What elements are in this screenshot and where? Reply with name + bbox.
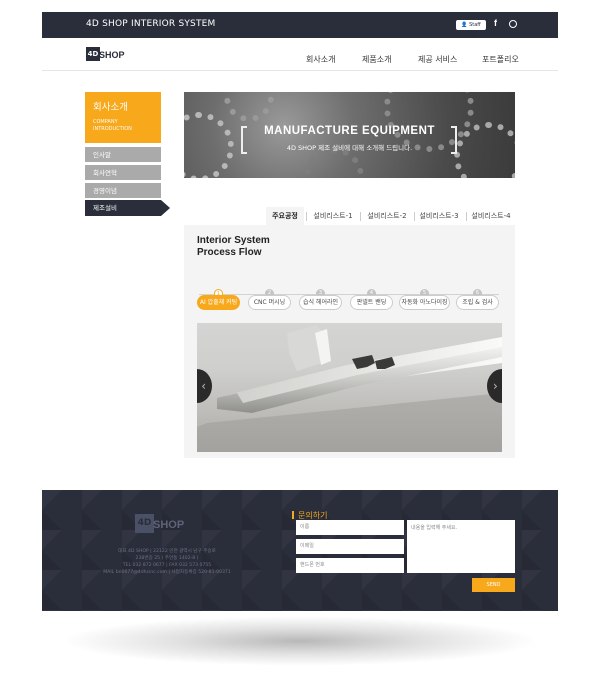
tab-equipment-3[interactable]: 설비리스트-3 [414,207,464,225]
main-header: 4D SHOP 회사소개 제품소개 제공 서비스 포트폴리오 [42,38,558,71]
nav-portfolio[interactable]: 포트폴리오 [482,54,519,65]
tab-equipment-1[interactable]: 설비리스트-1 [308,207,358,225]
panel-title: Interior System Process Flow [197,235,270,259]
hero-banner: MANUFACTURE EQUIPMENT 4D SHOP 제조 설비에 대해 … [184,92,515,178]
nav-products[interactable]: 제품소개 [362,54,391,65]
sidebar-item-greeting[interactable]: 인사말 [85,146,161,162]
step-label: 자동화 아노다이징 [399,295,450,310]
name-field[interactable]: 이름 [296,520,404,535]
footer-logo-mark: 4D [135,514,154,533]
sidebar-title-ko: 회사소개 [93,102,128,113]
page: 4D SHOP INTERIOR SYSTEM 👤 Staff Only f 4… [42,12,558,612]
staff-only-button[interactable]: 👤 Staff Only [456,20,486,38]
email-field[interactable]: 이메일 [296,539,404,554]
site-brand-line: 4D SHOP INTERIOR SYSTEM [86,19,216,29]
process-panel: Interior System Process Flow 1 AI 압출재 커팅… [184,225,515,458]
aluminum-profile-image [197,325,502,452]
sidebar-item-history[interactable]: 회사연혁 [85,164,161,180]
panel-title-line2: Process Flow [197,247,262,258]
logo-mark: 4D [86,47,100,61]
step-label: 조립 & 검사 [456,295,499,310]
process-photo: ‹ › [197,323,502,452]
message-field[interactable]: 내용을 입력해 주세요. [407,520,515,573]
staff-only-label: Staff Only [465,22,481,38]
page-shadow [60,616,540,666]
banner-title: MANUFACTURE EQUIPMENT [264,125,435,137]
company-info: 대표 4D SHOP | 22122 인천 광역시 남구 주승로 238번길 2… [82,548,252,576]
instagram-icon[interactable] [509,20,517,28]
gear-icon [224,92,274,122]
top-bar: 4D SHOP INTERIOR SYSTEM 👤 Staff Only f [42,12,558,38]
step-label: AI 압출재 커팅 [197,295,240,310]
footer: 4D SHOP 대표 4D SHOP | 22122 인천 광역시 남구 주승로… [42,490,558,611]
tab-equipment-2[interactable]: 설비리스트-2 [362,207,412,225]
step-label: CNC 머시닝 [248,295,291,310]
phone-field[interactable]: 핸드폰 번호 [296,558,404,573]
company-info-line: MAIL bn0677@4dhsinc.com | 사업자등록증 520-81-… [103,570,231,575]
sidebar-title-en: COMPANY INTRODUCTION [93,119,132,132]
active-arrow-icon [161,200,170,216]
company-info-line: 238번길 25 ( 주안동 1402-8 ) [135,556,199,561]
sidebar-item-equipment[interactable]: 제조설비 [85,200,171,216]
nav-services[interactable]: 제공 서비스 [418,54,457,65]
sidebar-title: 회사소개 COMPANY INTRODUCTION [85,92,161,143]
footer-logo-text: SHOP [153,519,185,531]
tab-equipment-4[interactable]: 설비리스트-4 [466,207,516,225]
facebook-icon[interactable]: f [494,18,497,28]
company-info-line: 대표 4D SHOP | 22122 인천 광역시 남구 주승로 [118,549,216,554]
banner-subtitle: 4D SHOP 제조 설비에 대해 소개해 드립니다. [286,144,413,152]
site-logo[interactable]: 4D SHOP [86,47,136,63]
contact-title-text: 문의하기 [298,511,328,520]
step-label: 습식 헤어라인 [299,295,342,310]
tab-divider [360,212,361,221]
tab-divider [306,212,307,221]
logo-text: SHOP [99,50,125,60]
panel-title-line1: Interior System [197,235,270,246]
title-marker [292,511,294,519]
nav-company[interactable]: 회사소개 [306,54,335,65]
company-info-line: TEL 032 872 0677 | FAX 032 573 0755 [122,563,212,568]
sidebar-item-philosophy[interactable]: 경영이념 [85,182,161,198]
sidebar-item-equipment-label: 제조설비 [85,200,161,216]
tab-main-process[interactable]: 주요공정 [266,207,304,225]
send-button[interactable]: SEND [472,578,515,592]
step-label: 판넬트 밴딩 [350,295,393,310]
process-flow-line [199,294,499,295]
footer-logo: 4D SHOP [135,514,195,536]
